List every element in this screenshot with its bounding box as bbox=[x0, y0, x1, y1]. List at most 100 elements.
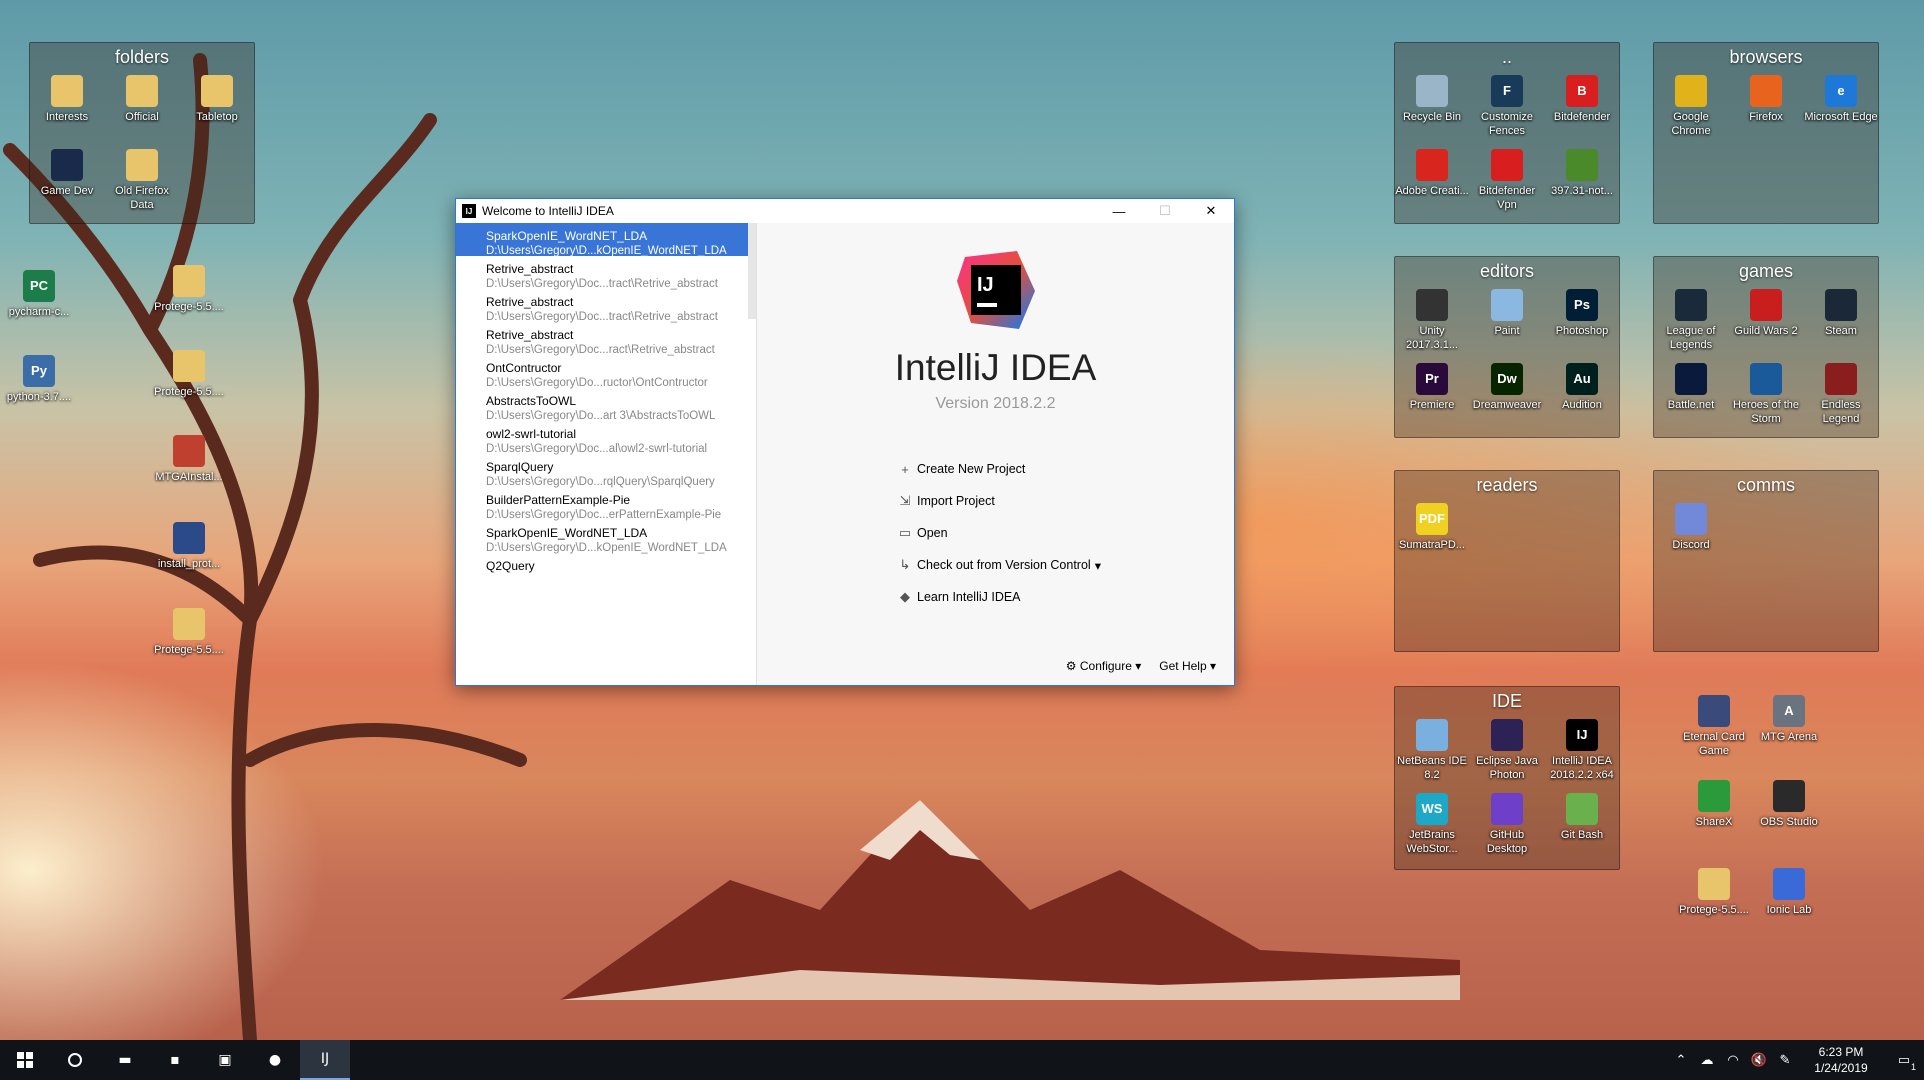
recent-project-item[interactable]: Retrive_abstract D:\Users\Gregory\Doc...t… bbox=[456, 289, 756, 323]
desktop-shortcut[interactable]: Firefox bbox=[1729, 75, 1803, 124]
notification-center-button[interactable]: ▭ 1 bbox=[1884, 1052, 1924, 1072]
volume-muted-icon[interactable]: 🔇 bbox=[1746, 1052, 1772, 1068]
desktop-shortcut[interactable]: ShareX bbox=[1677, 780, 1751, 829]
desktop-shortcut[interactable]: Guild Wars 2 bbox=[1729, 289, 1803, 338]
taskbar-paint-app[interactable]: ▪ bbox=[150, 1040, 200, 1080]
app-icon: PDF bbox=[1416, 503, 1448, 535]
fence-5[interactable]: readers PDF SumatraPD... bbox=[1394, 470, 1620, 652]
minimize-button[interactable]: — bbox=[1096, 199, 1142, 223]
desktop-shortcut[interactable]: Recycle Bin bbox=[1395, 75, 1469, 124]
get-help-menu[interactable]: Get Help ▾ bbox=[1159, 659, 1216, 673]
desktop-shortcut[interactable]: Tabletop bbox=[180, 75, 254, 124]
app-icon bbox=[201, 75, 233, 107]
desktop-shortcut[interactable]: Protege-5.5.... bbox=[152, 265, 226, 314]
close-button[interactable]: ✕ bbox=[1188, 199, 1234, 223]
action-import-project[interactable]: ⇲ Import Project bbox=[897, 485, 1101, 517]
recent-project-item[interactable]: SparkOpenIE_WordNET_LDA D:\Users\Gregory\… bbox=[456, 520, 756, 554]
fence-3[interactable]: editors Unity 2017.3.1... Paint Ps Photoshop… bbox=[1394, 256, 1620, 438]
desktop-shortcut[interactable]: Protege-5.5.... bbox=[152, 350, 226, 399]
recent-project-item[interactable]: Q2Query bbox=[456, 553, 756, 586]
taskbar-remote-desktop[interactable]: ▣ bbox=[200, 1040, 250, 1080]
start-button[interactable] bbox=[0, 1040, 50, 1080]
recent-project-item[interactable]: Retrive_abstract D:\Users\Gregory\Doc...r… bbox=[456, 322, 756, 356]
desktop-shortcut[interactable]: A MTG Arena bbox=[1752, 695, 1826, 744]
action-check-out-from-version-control[interactable]: ↳ Check out from Version Control ▾ bbox=[897, 549, 1101, 581]
desktop-shortcut[interactable]: e Microsoft Edge bbox=[1804, 75, 1878, 124]
recent-project-item[interactable]: BuilderPatternExample-Pie D:\Users\Gregor… bbox=[456, 487, 756, 521]
desktop-shortcut[interactable]: Google Chrome bbox=[1654, 75, 1728, 138]
desktop-shortcut[interactable]: Protege-5.5.... bbox=[1677, 868, 1751, 917]
recent-projects-list[interactable]: SparkOpenIE_WordNET_LDA D:\Users\Gregory\… bbox=[456, 223, 757, 685]
taskbar-intellij[interactable]: IJ bbox=[300, 1040, 350, 1080]
desktop-shortcut[interactable]: Py python-3.7.... bbox=[2, 355, 76, 404]
recent-projects-scrollbar[interactable] bbox=[748, 223, 756, 319]
desktop-shortcut[interactable]: Heroes of the Storm bbox=[1729, 363, 1803, 426]
desktop-shortcut[interactable]: Bitdefender Vpn bbox=[1470, 149, 1544, 212]
desktop-shortcut[interactable]: Protege-5.5.... bbox=[152, 608, 226, 657]
desktop-shortcut[interactable]: PC pycharm-c... bbox=[2, 270, 76, 319]
desktop-shortcut[interactable]: OBS Studio bbox=[1752, 780, 1826, 829]
app-icon bbox=[173, 522, 205, 554]
desktop-shortcut[interactable]: Official bbox=[105, 75, 179, 124]
wifi-icon[interactable]: ◠ bbox=[1720, 1052, 1746, 1068]
desktop-shortcut[interactable]: Paint bbox=[1470, 289, 1544, 338]
recent-project-item[interactable]: SparkOpenIE_WordNET_LDA D:\Users\Gregory\… bbox=[456, 223, 756, 257]
desktop-shortcut[interactable]: League of Legends bbox=[1654, 289, 1728, 352]
desktop-shortcut[interactable]: Steam bbox=[1804, 289, 1878, 338]
configure-menu[interactable]: ⚙ Configure ▾ bbox=[1066, 659, 1142, 673]
chevron-up-icon[interactable]: ⌃ bbox=[1668, 1052, 1694, 1068]
desktop-shortcut[interactable]: Au Audition bbox=[1545, 363, 1619, 412]
desktop-shortcut[interactable]: Ps Photoshop bbox=[1545, 289, 1619, 338]
recent-project-item[interactable]: owl2-swrl-tutorial D:\Users\Gregory\Doc..… bbox=[456, 421, 756, 455]
taskbar-file-explorer[interactable]: ▬ bbox=[100, 1040, 150, 1080]
recent-project-item[interactable]: Retrive_abstract D:\Users\Gregory\Doc...t… bbox=[456, 256, 756, 290]
desktop-shortcut[interactable]: Game Dev bbox=[30, 149, 104, 198]
desktop-shortcut[interactable]: NetBeans IDE 8.2 bbox=[1395, 719, 1469, 782]
window-titlebar[interactable]: IJ Welcome to IntelliJ IDEA — ☐ ✕ bbox=[456, 199, 1234, 223]
desktop-shortcut[interactable]: Unity 2017.3.1... bbox=[1395, 289, 1469, 352]
desktop-shortcut[interactable]: Pr Premiere bbox=[1395, 363, 1469, 412]
fence-0[interactable]: folders Interests Official Tabletop Game Dev… bbox=[29, 42, 255, 224]
desktop-shortcut[interactable]: WS JetBrains WebStor... bbox=[1395, 793, 1469, 856]
desktop-shortcut[interactable]: Interests bbox=[30, 75, 104, 124]
desktop-shortcut[interactable]: Eclipse Java Photon bbox=[1470, 719, 1544, 782]
recent-project-item[interactable]: OntContructor D:\Users\Gregory\Do...ructo… bbox=[456, 355, 756, 389]
action-learn-intellij-idea[interactable]: ◆ Learn IntelliJ IDEA bbox=[897, 581, 1101, 613]
recent-project-item[interactable]: AbstractsToOWL D:\Users\Gregory\Do...art … bbox=[456, 388, 756, 422]
clock[interactable]: 6:23 PM 1/24/2019 bbox=[1798, 1044, 1884, 1076]
taskbar-chrome[interactable]: ● bbox=[250, 1040, 300, 1080]
recent-project-item[interactable]: SparqlQuery D:\Users\Gregory\Do...rqlQuer… bbox=[456, 454, 756, 488]
desktop-shortcut[interactable]: Eternal Card Game bbox=[1677, 695, 1751, 758]
fence-6[interactable]: comms Discord bbox=[1653, 470, 1879, 652]
fence-1[interactable]: .. Recycle Bin F Customize Fences B Bitdefend… bbox=[1394, 42, 1620, 224]
fence-4[interactable]: games League of Legends Guild Wars 2 Steam B… bbox=[1653, 256, 1879, 438]
app-icon: A bbox=[1773, 695, 1805, 727]
desktop-shortcut[interactable]: B Bitdefender bbox=[1545, 75, 1619, 124]
desktop-shortcut[interactable]: install_prot... bbox=[152, 522, 226, 571]
desktop-shortcut[interactable]: Battle.net bbox=[1654, 363, 1728, 412]
fence-2[interactable]: browsers Google Chrome Firefox e Microsoft E… bbox=[1653, 42, 1879, 224]
desktop-shortcut[interactable]: MTGAInstal... bbox=[152, 435, 226, 484]
desktop-shortcut[interactable]: IJ IntelliJ IDEA 2018.2.2 x64 bbox=[1545, 719, 1619, 782]
desktop-shortcut[interactable]: 397.31-not... bbox=[1545, 149, 1619, 198]
desktop-shortcut[interactable]: PDF SumatraPD... bbox=[1395, 503, 1469, 552]
fence-7[interactable]: IDE NetBeans IDE 8.2 Eclipse Java Photon IJ… bbox=[1394, 686, 1620, 870]
desktop-shortcut[interactable]: F Customize Fences bbox=[1470, 75, 1544, 138]
desktop-shortcut[interactable]: Old Firefox Data bbox=[105, 149, 179, 212]
desktop-shortcut[interactable]: Endless Legend bbox=[1804, 363, 1878, 426]
cortana-button[interactable] bbox=[50, 1040, 100, 1080]
cloud-icon[interactable]: ☁ bbox=[1694, 1052, 1720, 1068]
action-label: Open bbox=[917, 526, 948, 540]
action-open[interactable]: ▭ Open bbox=[897, 517, 1101, 549]
action-create-new-project[interactable]: + Create New Project bbox=[897, 453, 1101, 485]
desktop-shortcut[interactable]: Discord bbox=[1654, 503, 1728, 552]
desktop-shortcut[interactable]: Adobe Creati... bbox=[1395, 149, 1469, 198]
desktop-shortcut[interactable]: Ionic Lab bbox=[1752, 868, 1826, 917]
maximize-button[interactable]: ☐ bbox=[1142, 199, 1188, 223]
desktop-shortcut[interactable]: Git Bash bbox=[1545, 793, 1619, 842]
pen-icon[interactable]: ✎ bbox=[1772, 1052, 1798, 1068]
taskbar: ▬ ▪ ▣ ● IJ ⌃ ☁ ◠ 🔇 ✎ 6:23 PM 1/24/2019 ▭ 1 bbox=[0, 1040, 1924, 1080]
desktop-shortcut[interactable]: Dw Dreamweaver bbox=[1470, 363, 1544, 412]
desktop-shortcut[interactable]: GitHub Desktop bbox=[1470, 793, 1544, 856]
shortcut-label: Eternal Card Game bbox=[1683, 731, 1745, 757]
